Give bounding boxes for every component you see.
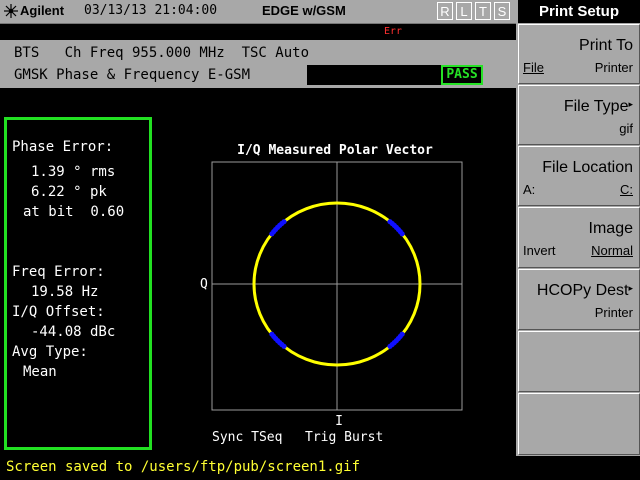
softkey-blank-6[interactable]	[518, 331, 640, 392]
iq-offset-label: I/Q Offset:	[12, 304, 105, 320]
softkey-value: gif	[619, 121, 633, 136]
freq-error-value: 19.58 Hz	[31, 284, 99, 300]
flag-remote: R	[437, 2, 453, 20]
softkey-option-right: C:	[620, 182, 633, 197]
phase-error-rms: 1.39 ° rms	[31, 164, 116, 180]
softkey-title: HCOPy Dest	[536, 282, 629, 299]
chart-title: I/Q Measured Polar Vector	[237, 143, 433, 158]
softkey-option-left: Invert	[523, 243, 556, 258]
result-field	[307, 65, 442, 85]
i-axis-label: I	[335, 414, 343, 429]
pass-badge: PASS	[441, 65, 483, 85]
softkey-file-location[interactable]: File Location A: C:	[518, 146, 640, 206]
avg-type-label: Avg Type:	[12, 344, 88, 360]
freq-error-label: Freq Error:	[12, 264, 105, 280]
softkey-image[interactable]: Image Invert Normal	[518, 207, 640, 268]
constellation-point	[281, 343, 287, 349]
softkey-print-to[interactable]: Print To File Printer	[518, 24, 640, 84]
softkey-title: File Location	[542, 159, 633, 176]
mode-name: EDGE w/GSM	[262, 3, 346, 18]
sync-label: Sync TSeq	[212, 430, 282, 445]
agilent-logo-icon	[4, 4, 18, 18]
softkey-title: File Type	[563, 98, 629, 115]
softkey-title: Image	[588, 220, 633, 237]
constellation-point	[399, 331, 405, 337]
phase-error-at-bit: at bit 0.60	[23, 204, 125, 220]
phase-error-label: Phase Error:	[12, 139, 114, 155]
flag-listen: L	[456, 2, 472, 20]
error-indicator: Err	[384, 26, 403, 37]
q-axis-label: Q	[200, 277, 208, 292]
softkey-title: Print To	[579, 37, 633, 54]
status-strip	[0, 24, 516, 40]
softkey-file-type[interactable]: File Type▸ gif	[518, 85, 640, 145]
flag-srq: S	[494, 2, 510, 20]
softkey-option-left: File	[523, 60, 544, 75]
iq-polar-chart: I/Q Measured Polar Vector Q I Sync TSeq …	[200, 143, 463, 445]
softkey-value: Printer	[594, 305, 633, 320]
softkey-blank-7[interactable]	[518, 393, 640, 455]
avg-type-value: Mean	[23, 364, 57, 380]
flag-talk: T	[475, 2, 491, 20]
softkey-option-right: Printer	[594, 60, 633, 75]
trig-label: Trig Burst	[305, 430, 383, 445]
measurement-name-line: GMSK Phase & Frequency E-GSM	[14, 67, 251, 83]
iq-offset-value: -44.08 dBc	[31, 324, 116, 340]
softkey-option-left: A:	[523, 182, 536, 197]
constellation-point	[269, 231, 275, 237]
submenu-arrow-icon: ▸	[628, 283, 633, 293]
menu-title: Print Setup	[518, 0, 640, 23]
brand-name: Agilent	[20, 3, 65, 18]
softkey-option-right: Normal	[591, 243, 633, 258]
phase-error-pk: 6.22 ° pk	[31, 184, 107, 200]
channel-info-line: BTS Ch Freq 955.000 MHz TSC Auto	[14, 45, 310, 61]
submenu-arrow-icon: ▸	[628, 99, 633, 109]
constellation-point	[387, 219, 393, 225]
annotation-bar	[0, 88, 516, 114]
softkey-hcopy-dest[interactable]: HCOPy Dest▸ Printer	[518, 269, 640, 330]
date-time: 03/13/13 21:04:00	[84, 3, 218, 18]
status-message: Screen saved to /users/ftp/pub/screen1.g…	[6, 459, 361, 475]
